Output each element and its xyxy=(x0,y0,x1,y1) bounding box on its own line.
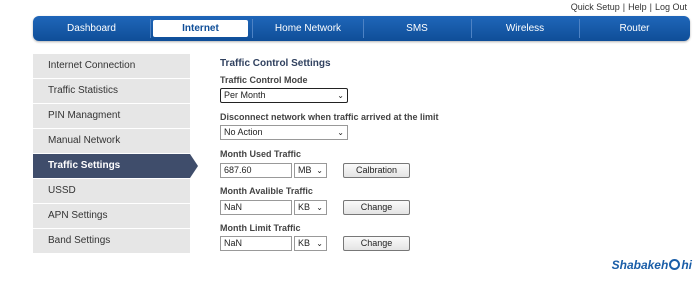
top-links: Quick Setup | Help | Log Out xyxy=(571,2,687,12)
tab-wireless[interactable]: Wireless xyxy=(471,20,579,37)
link-separator: | xyxy=(622,2,626,12)
chevron-down-icon: ⌄ xyxy=(316,239,323,248)
month-used-unit-value: MB xyxy=(298,165,312,175)
month-available-input[interactable]: NaN xyxy=(220,200,292,215)
traffic-mode-select[interactable]: Per Month ⌄ xyxy=(220,88,348,103)
nav-divider xyxy=(150,19,151,38)
tab-router[interactable]: Router xyxy=(579,20,690,37)
month-limit-label: Month Limit Traffic xyxy=(220,223,301,233)
change-available-button[interactable]: Change xyxy=(343,200,410,215)
month-used-label: Month Used Traffic xyxy=(220,149,302,159)
traffic-mode-label: Traffic Control Mode xyxy=(220,75,308,85)
sidebar-item-pin-management[interactable]: PIN Managment xyxy=(33,104,190,129)
chevron-down-icon: ⌄ xyxy=(316,166,323,175)
sidebar: Internet Connection Traffic Statistics P… xyxy=(33,54,198,254)
sidebar-item-traffic-statistics[interactable]: Traffic Statistics xyxy=(33,79,190,104)
sidebar-item-manual-network[interactable]: Manual Network xyxy=(33,129,190,154)
month-used-unit-select[interactable]: MB ⌄ xyxy=(294,163,327,178)
calibration-button[interactable]: Calbration xyxy=(343,163,410,178)
main-nav-bar: Dashboard Internet Home Network SMS Wire… xyxy=(33,16,690,41)
tab-internet[interactable]: Internet xyxy=(153,20,248,37)
logout-link[interactable]: Log Out xyxy=(655,2,687,12)
month-available-unit-select[interactable]: KB ⌄ xyxy=(294,200,327,215)
link-separator: | xyxy=(649,2,652,12)
sidebar-item-apn-settings[interactable]: APN Settings xyxy=(33,204,190,229)
disconnect-action-value: No Action xyxy=(224,127,263,137)
month-available-unit-value: KB xyxy=(298,202,311,212)
month-limit-unit-select[interactable]: KB ⌄ xyxy=(294,236,327,251)
watermark-text-suffix: hi xyxy=(681,258,692,272)
watermark-text: Shabakeh xyxy=(611,258,669,272)
traffic-mode-value: Per Month xyxy=(224,90,266,100)
month-limit-input[interactable]: NaN xyxy=(220,236,292,251)
tab-home-network[interactable]: Home Network xyxy=(253,20,363,37)
chevron-down-icon: ⌄ xyxy=(316,203,323,212)
chevron-down-icon: ⌄ xyxy=(337,91,344,100)
month-limit-unit-value: KB xyxy=(298,238,311,248)
sidebar-item-ussd[interactable]: USSD xyxy=(33,179,190,204)
tab-sms[interactable]: SMS xyxy=(363,20,471,37)
tab-dashboard[interactable]: Dashboard xyxy=(33,20,150,37)
change-limit-button[interactable]: Change xyxy=(343,236,410,251)
sidebar-item-band-settings[interactable]: Band Settings xyxy=(33,229,190,254)
page-title: Traffic Control Settings xyxy=(220,58,331,69)
month-used-input[interactable]: 687.60 xyxy=(220,163,292,178)
help-link[interactable]: Help xyxy=(628,2,647,12)
sidebar-item-internet-connection[interactable]: Internet Connection xyxy=(33,54,190,79)
month-available-label: Month Avalible Traffic xyxy=(220,186,313,196)
disconnect-label: Disconnect network when traffic arrived … xyxy=(220,112,439,122)
wifi-logo-icon xyxy=(669,259,681,270)
chevron-down-icon: ⌄ xyxy=(337,128,344,137)
disconnect-action-select[interactable]: No Action ⌄ xyxy=(220,125,348,140)
watermark-logo: Shabakeh hi xyxy=(612,258,692,272)
quick-setup-link[interactable]: Quick Setup xyxy=(571,2,620,12)
sidebar-item-traffic-settings[interactable]: Traffic Settings xyxy=(33,154,198,179)
